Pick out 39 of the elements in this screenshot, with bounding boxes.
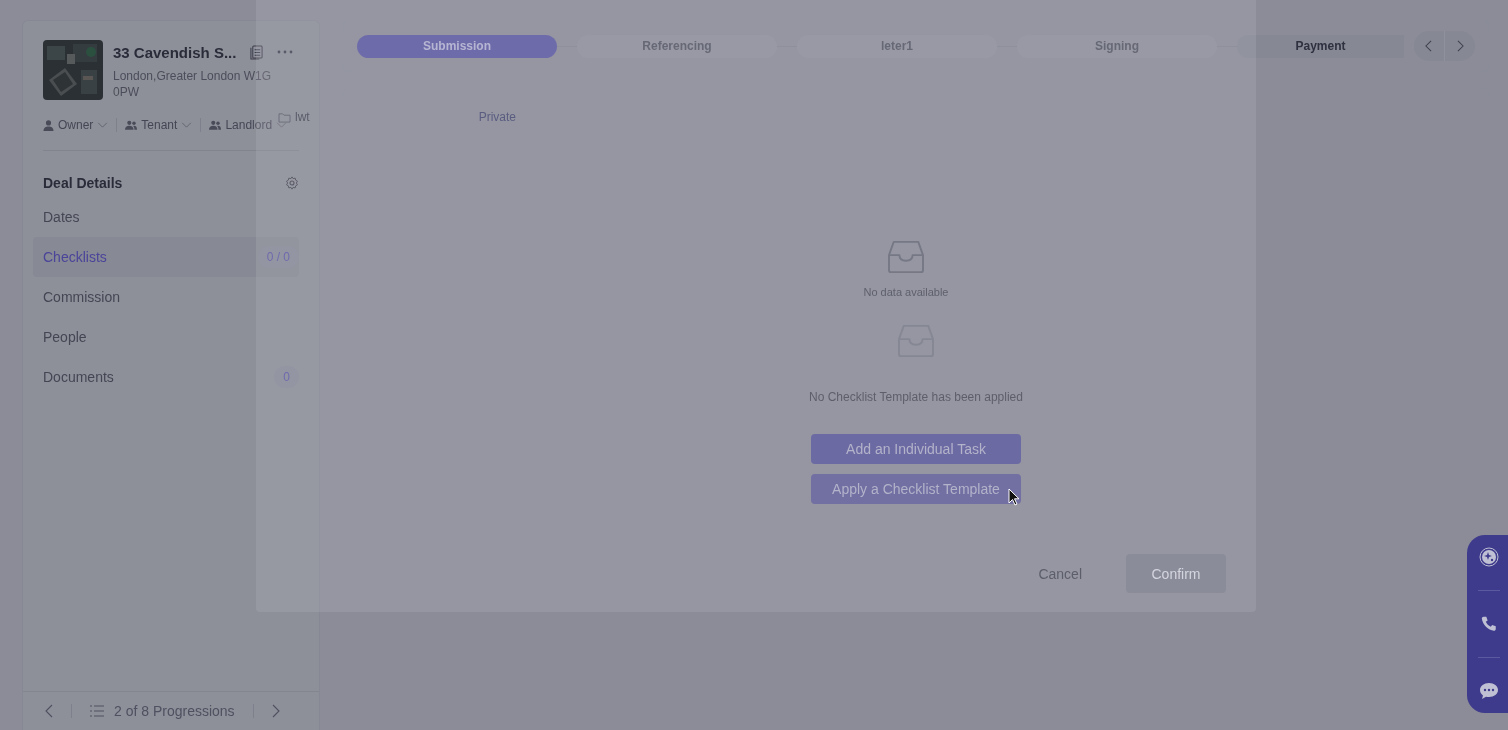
document-icon[interactable] [250,44,264,60]
stage-pill[interactable]: Payment [1237,34,1404,58]
folder-icon [278,111,291,123]
cancel-button[interactable]: Cancel [1032,561,1088,586]
inbox-icon [886,240,926,274]
action-button[interactable]: Add an Individual Task [811,434,1021,464]
phone-icon[interactable] [1479,615,1498,633]
cursor-icon [1008,488,1020,506]
people-icon [209,120,222,130]
people-icon [125,120,138,130]
role-dropdown[interactable]: Owner [43,118,109,132]
chevron-down-icon [276,122,288,128]
confirm-button[interactable]: Confirm [1126,554,1226,593]
folder-name: lwt [295,110,310,124]
more-icon[interactable] [277,50,294,54]
chevron-down-icon [97,122,109,128]
list-icon[interactable] [90,705,104,717]
chevron-left-icon[interactable] [45,704,53,718]
empty-message: No Checklist Template has been applied [809,390,1023,404]
sidebar-item[interactable]: Dates [33,197,299,237]
role-dropdown[interactable]: Tenant [125,118,193,132]
chevron-left-icon[interactable] [1425,40,1432,52]
action-button[interactable]: Apply a Checklist Template [811,474,1021,504]
sparkle-icon[interactable] [1478,546,1499,567]
stage-pill[interactable]: Submission [357,34,557,58]
chevron-right-icon[interactable] [271,704,280,718]
sidebar-item[interactable]: Commission [33,277,299,317]
visibility-label: Private [478,110,516,124]
chat-icon[interactable] [1478,681,1499,702]
deal-address: London,Greater London W1G 0PW [113,68,273,100]
sidebar-item[interactable]: People [33,317,299,357]
chevron-down-icon [181,122,193,128]
person-icon [43,119,54,131]
settings-icon[interactable] [285,176,299,190]
section-heading: Deal Details [43,175,123,191]
role-dropdown[interactable]: Landlord [209,118,288,132]
chevron-right-icon[interactable] [1457,40,1464,52]
deal-title: 33 Cavendish S... [113,43,237,61]
progression-counter: 2 of 8 Progressions [114,703,235,719]
